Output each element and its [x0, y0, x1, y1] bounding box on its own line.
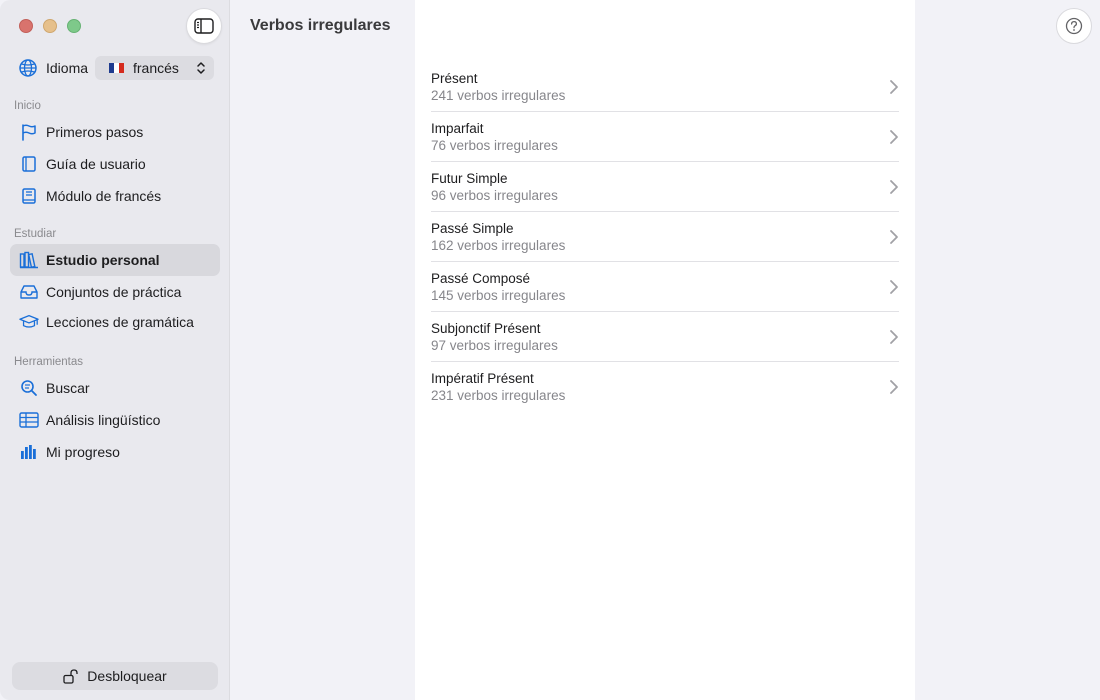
tense-name: Futur Simple — [431, 171, 508, 186]
tray-icon — [19, 282, 39, 302]
window-controls — [19, 19, 81, 33]
list-item[interactable]: Impératif Présent 231 verbos irregulares — [431, 362, 899, 412]
question-mark-icon — [1065, 17, 1083, 35]
sidebar-item-label: Primeros pasos — [46, 124, 144, 140]
section-title-inicio: Inicio — [14, 100, 41, 112]
globe-icon — [19, 59, 37, 77]
unlock-label: Desbloquear — [87, 668, 167, 684]
chevron-right-icon — [890, 330, 898, 344]
page-title: Verbos irregulares — [250, 17, 391, 34]
section-title-estudiar: Estudiar — [14, 228, 57, 240]
sidebar-item-label: Buscar — [46, 380, 90, 396]
tense-count: 241 verbos irregulares — [431, 88, 566, 103]
chevron-up-down-icon — [197, 62, 205, 74]
tense-name: Passé Composé — [431, 271, 531, 286]
sidebar-item-guia-de-usuario[interactable]: Guía de usuario — [10, 148, 220, 180]
list-item[interactable]: Subjonctif Présent 97 verbos irregulares — [431, 312, 899, 362]
language-select[interactable]: francés — [95, 56, 214, 80]
france-flag-icon — [109, 63, 124, 73]
chevron-right-icon — [890, 230, 898, 244]
graduation-cap-icon — [19, 312, 39, 332]
sidebar-item-primeros-pasos[interactable]: Primeros pasos — [10, 116, 220, 148]
tense-name: Subjonctif Présent — [431, 321, 541, 336]
sidebar-item-conjuntos-de-practica[interactable]: Conjuntos de práctica — [10, 276, 220, 308]
book-icon — [19, 154, 39, 174]
tense-count: 145 verbos irregulares — [431, 288, 566, 303]
minimize-window-button[interactable] — [43, 19, 57, 33]
chevron-right-icon — [890, 80, 898, 94]
tense-name: Impératif Présent — [431, 371, 534, 386]
tense-count: 162 verbos irregulares — [431, 238, 566, 253]
book-closed-icon — [19, 186, 39, 206]
sidebar-toggle-button[interactable] — [186, 8, 222, 44]
list-item[interactable]: Passé Simple 162 verbos irregulares — [431, 212, 899, 262]
tense-name: Présent — [431, 71, 478, 86]
sidebar-item-label: Conjuntos de práctica — [46, 284, 182, 300]
sidebar-item-label: Estudio personal — [46, 252, 160, 268]
chevron-right-icon — [890, 130, 898, 144]
section-title-herramientas: Herramientas — [14, 356, 84, 368]
language-selected-value: francés — [133, 60, 179, 76]
tense-count: 231 verbos irregulares — [431, 388, 566, 403]
tense-count: 96 verbos irregulares — [431, 188, 558, 203]
sidebar-item-label: Módulo de francés — [46, 188, 162, 204]
chevron-right-icon — [890, 380, 898, 394]
sidebar-item-lecciones-de-gramatica[interactable]: Lecciones de gramática — [10, 306, 220, 338]
sidebar-item-label: Guía de usuario — [46, 156, 146, 172]
list-item[interactable]: Futur Simple 96 verbos irregulares — [431, 162, 899, 212]
sidebar-item-label: Lecciones de gramática — [46, 314, 194, 330]
chevron-right-icon — [890, 180, 898, 194]
sidebar-item-modulo-de-frances[interactable]: Módulo de francés — [10, 180, 220, 212]
language-row: Idioma francés — [18, 56, 218, 80]
sidebar-item-analisis-linguistico[interactable]: Análisis lingüístico — [10, 404, 220, 436]
verb-tense-list: Présent 241 verbos irregulares Imparfait… — [431, 62, 899, 412]
close-window-button[interactable] — [19, 19, 33, 33]
tense-count: 97 verbos irregulares — [431, 338, 558, 353]
help-button[interactable] — [1056, 8, 1092, 44]
list-item[interactable]: Imparfait 76 verbos irregulares — [431, 112, 899, 162]
flag-icon — [19, 122, 39, 142]
list-item[interactable]: Présent 241 verbos irregulares — [431, 62, 899, 112]
unlock-icon — [63, 668, 79, 684]
list-item[interactable]: Passé Composé 145 verbos irregulares — [431, 262, 899, 312]
language-label: Idioma — [46, 60, 89, 76]
zoom-window-button[interactable] — [67, 19, 81, 33]
sidebar-item-label: Análisis lingüístico — [46, 412, 161, 428]
tense-name: Passé Simple — [431, 221, 514, 236]
sidebar-item-buscar[interactable]: Buscar — [10, 372, 220, 404]
sidebar: Idioma francés Inicio Primeros pasos Guí… — [0, 0, 230, 700]
search-icon — [19, 378, 39, 398]
tense-name: Imparfait — [431, 121, 484, 136]
sidebar-item-mi-progreso[interactable]: Mi progreso — [10, 436, 220, 468]
app-window: Idioma francés Inicio Primeros pasos Guí… — [0, 0, 1100, 700]
chevron-right-icon — [890, 280, 898, 294]
books-icon — [19, 250, 39, 270]
bar-chart-icon — [19, 442, 39, 462]
unlock-button[interactable]: Desbloquear — [12, 662, 218, 690]
sidebar-icon — [194, 18, 214, 34]
table-icon — [19, 410, 39, 430]
verb-tense-list-panel: Présent 241 verbos irregulares Imparfait… — [415, 0, 915, 700]
tense-count: 76 verbos irregulares — [431, 138, 558, 153]
sidebar-item-estudio-personal[interactable]: Estudio personal — [10, 244, 220, 276]
sidebar-item-label: Mi progreso — [46, 444, 120, 460]
